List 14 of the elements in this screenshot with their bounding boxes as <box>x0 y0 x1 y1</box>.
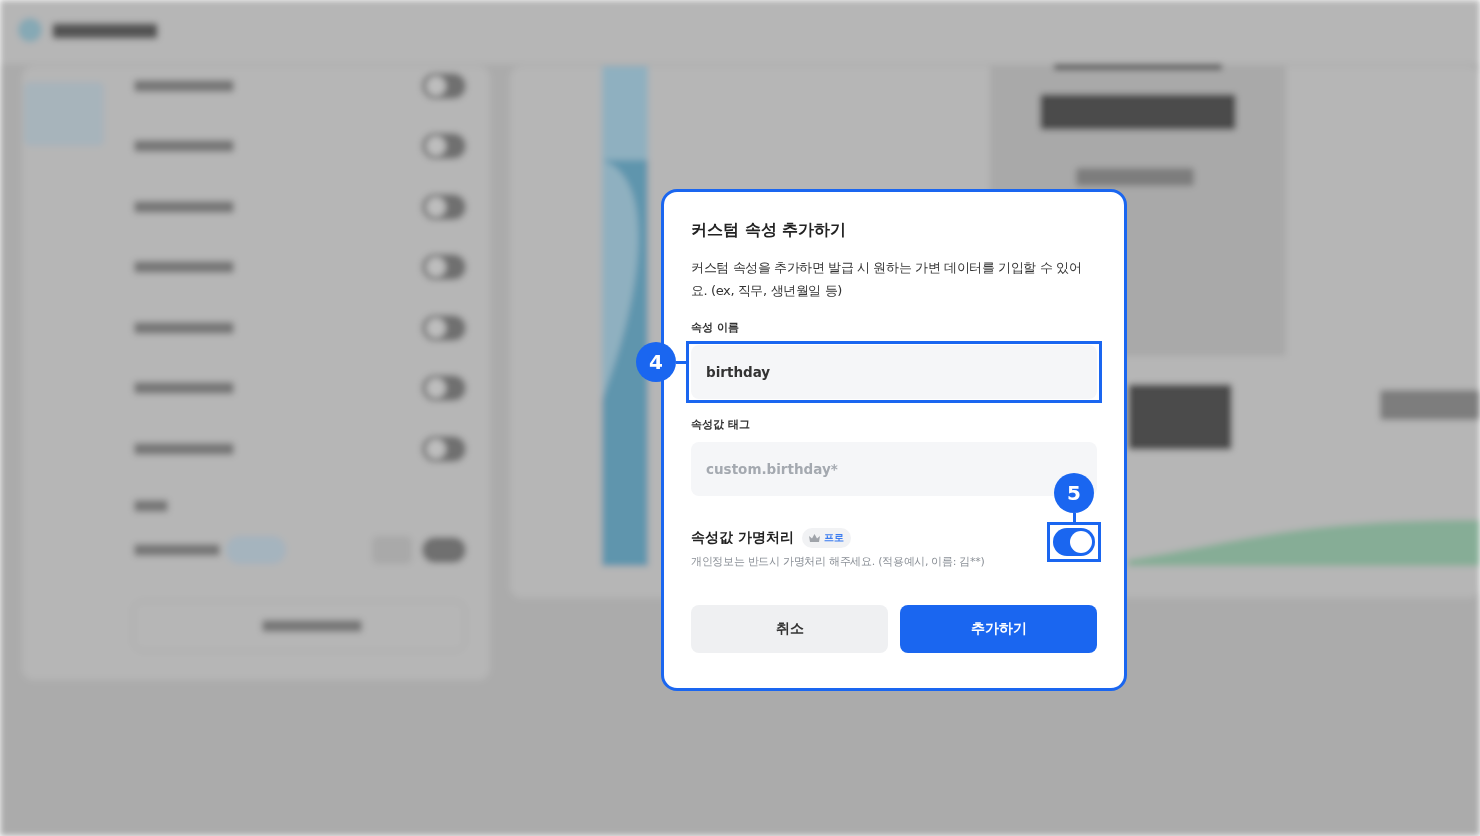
dialog-title: 커스텀 속성 추가하기 <box>691 219 848 241</box>
toggle-switch[interactable] <box>1053 528 1095 556</box>
field-label: 속성값 태그 <box>691 417 751 432</box>
badge-label: 프로 <box>823 531 844 545</box>
add-button[interactable]: 추가하기 <box>900 605 1097 653</box>
crown-icon <box>808 534 820 542</box>
cancel-button[interactable]: 취소 <box>691 605 888 653</box>
step-badge: 5 <box>1054 473 1094 513</box>
setting-hint: 개인정보는 반드시 가명처리 해주세요. (적용예시, 이름: 김**) <box>691 554 985 569</box>
setting-label: 속성값 가명처리 <box>691 529 794 547</box>
field-label: 속성 이름 <box>691 320 740 335</box>
step-badge: 4 <box>636 342 676 382</box>
input-field[interactable]: birthday <box>691 345 1097 399</box>
dialog-description: 커스텀 속성을 추가하면 발급 시 원하는 가변 데이터를 기입할 수 있어요. (ex, 직무, 생년월일 등) <box>691 259 1083 300</box>
